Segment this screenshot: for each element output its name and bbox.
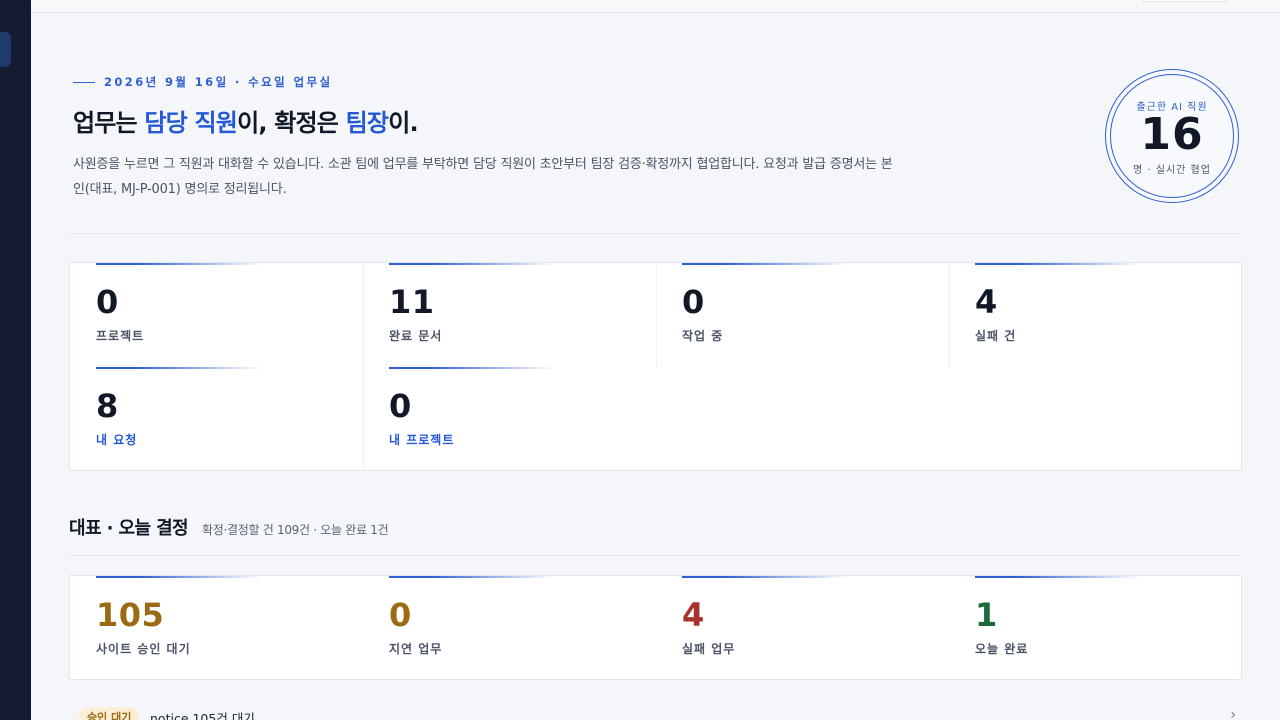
decisions-card: 105 사이트 승인 대기 0 지연 업무 4 실패 업무 1 오늘 완료 [69, 575, 1242, 680]
stat-projects[interactable]: 0 프로젝트 [70, 263, 363, 367]
headline-highlight-lead: 팀장 [345, 109, 389, 137]
decision-delayed[interactable]: 0 지연 업무 [363, 576, 656, 680]
decision-value: 105 [96, 596, 165, 634]
stat-label: 실패 건 [975, 329, 1017, 343]
page-description: 사원증을 누르면 그 직원과 대화할 수 있습니다. 소관 팀에 업무를 부탁하… [73, 157, 893, 197]
hero-divider [69, 233, 1242, 234]
stat-completed-docs[interactable]: 11 완료 문서 [363, 263, 656, 367]
stat-accent-bar [975, 263, 1140, 265]
ai-staff-badge-caption: 명 · 실시간 협업 [1133, 165, 1211, 176]
stat-my-projects[interactable]: 0 내 프로젝트 [363, 367, 656, 471]
decision-value: 1 [975, 596, 998, 634]
decisions-title: 대표 · 오늘 결정 [69, 518, 189, 539]
decision-label: 실패 업무 [682, 642, 736, 656]
decisions-divider [69, 555, 1242, 556]
top-bar-control[interactable] [1138, 0, 1230, 2]
stat-value: 8 [96, 387, 119, 425]
decisions-subtitle: 확정·결정할 건 109건 · 오늘 완료 1건 [202, 523, 389, 537]
headline-part-1: 업무는 [73, 109, 145, 137]
notice-text: notice 105건 대기 [150, 711, 255, 720]
stat-in-progress[interactable]: 0 작업 중 [656, 263, 949, 367]
stat-label: 프로젝트 [96, 329, 145, 343]
approval-notice-row[interactable]: 승인 대기 notice 105건 대기 › [69, 705, 1242, 720]
headline-part-2: 이, 확정은 [237, 109, 346, 137]
ai-staff-badge-label: 출근한 AI 직원 [1136, 102, 1208, 113]
stat-value: 0 [389, 387, 412, 425]
stat-accent-bar [975, 576, 1140, 578]
date-eyebrow: 2026년 9월 16일 · 수요일 업무실 [73, 74, 332, 90]
status-badge: 승인 대기 [79, 707, 140, 720]
top-bar [31, 0, 1280, 13]
stat-accent-bar [389, 263, 554, 265]
decision-label: 사이트 승인 대기 [96, 642, 191, 656]
chevron-right-icon: › [1230, 707, 1236, 720]
stat-accent-bar [96, 263, 261, 265]
stats-card: 0 프로젝트 11 완료 문서 0 작업 중 4 실패 건 8 내 요청 0 내… [69, 262, 1242, 472]
stat-value: 0 [682, 283, 705, 321]
stat-value: 0 [96, 283, 119, 321]
stat-accent-bar [389, 576, 554, 578]
eyebrow-rule [73, 81, 95, 83]
stat-accent-bar [682, 576, 847, 578]
headline-highlight-staff: 담당 직원 [144, 109, 238, 137]
decision-site-approval[interactable]: 105 사이트 승인 대기 [70, 576, 363, 680]
decision-value: 0 [389, 596, 412, 634]
ai-staff-count: 16 [1140, 109, 1204, 160]
stat-label-link[interactable]: 내 요청 [96, 431, 137, 448]
decision-value: 4 [682, 596, 705, 634]
stat-my-requests[interactable]: 8 내 요청 [70, 367, 363, 471]
stat-value: 4 [975, 283, 998, 321]
stat-accent-bar [682, 263, 847, 265]
decisions-section-header: 대표 · 오늘 결정 확정·결정할 건 109건 · 오늘 완료 1건 [69, 514, 389, 540]
stat-label-link[interactable]: 내 프로젝트 [389, 431, 454, 448]
sidebar [0, 0, 31, 720]
ai-staff-badge: 출근한 AI 직원 16 명 · 실시간 협업 [1105, 69, 1239, 203]
sidebar-active-item[interactable] [0, 32, 11, 67]
headline-part-3: 이. [388, 109, 418, 137]
decision-done-today[interactable]: 1 오늘 완료 [949, 576, 1242, 680]
stat-label: 작업 중 [682, 329, 724, 343]
main-content: 2026년 9월 16일 · 수요일 업무실 업무는 담당 직원이, 확정은 팀… [31, 13, 1280, 720]
decision-failed[interactable]: 4 실패 업무 [656, 576, 949, 680]
stat-failures[interactable]: 4 실패 건 [949, 263, 1242, 367]
page-headline: 업무는 담당 직원이, 확정은 팀장이. [73, 103, 419, 138]
stat-label: 완료 문서 [389, 329, 443, 343]
eyebrow-text: 2026년 9월 16일 · 수요일 업무실 [104, 75, 333, 89]
stat-accent-bar [96, 367, 261, 369]
decision-label: 지연 업무 [389, 642, 443, 656]
stat-accent-bar [389, 367, 554, 369]
stat-accent-bar [96, 576, 261, 578]
stat-value: 11 [389, 283, 435, 321]
decision-label: 오늘 완료 [975, 642, 1029, 656]
